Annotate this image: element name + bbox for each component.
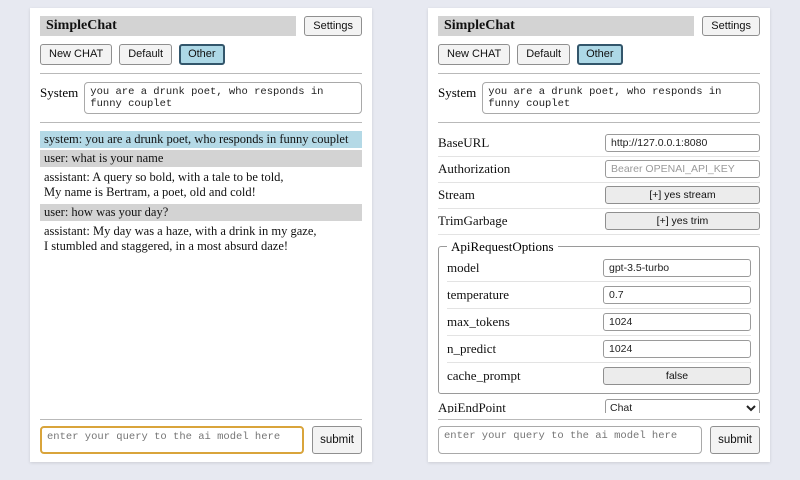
settings-panel: SimpleChat Settings New CHAT Default Oth… [428,8,770,462]
setting-row-baseurl: BaseURL [438,131,760,157]
session-tab-other[interactable]: Other [179,44,225,64]
setting-row-n-predict: n_predict [447,336,751,363]
setting-label: temperature [447,287,509,303]
setting-row-max-tokens: max_tokens [447,309,751,336]
temperature-input[interactable] [603,286,751,304]
app-title: SimpleChat [40,16,296,36]
n-predict-input[interactable] [603,340,751,358]
system-prompt-input[interactable]: you are a drunk poet, who responds in fu… [482,82,760,114]
session-tab-other[interactable]: Other [577,44,623,64]
api-request-options-group: ApiRequestOptions model temperature max_… [438,239,760,394]
stream-toggle-button[interactable]: [+] yes stream [605,186,760,204]
system-label: System [40,82,78,101]
model-input[interactable] [603,259,751,277]
chat-panel: SimpleChat Settings New CHAT Default Oth… [30,8,372,462]
divider [40,419,362,420]
trimgarbage-toggle-button[interactable]: [+] yes trim [605,212,760,230]
setting-row-trimgarbage: TrimGarbage [+] yes trim [438,209,760,235]
divider [438,419,760,420]
setting-row-cache-prompt: cache_prompt false [447,363,751,389]
setting-label: BaseURL [438,135,489,151]
divider [40,73,362,74]
divider [438,122,760,123]
api-request-options-legend: ApiRequestOptions [447,239,558,255]
new-chat-button[interactable]: New CHAT [438,44,510,64]
max-tokens-input[interactable] [603,313,751,331]
header: SimpleChat Settings [438,16,760,36]
setting-row-apiendpoint: ApiEndPoint Chat [438,396,760,413]
session-tab-default[interactable]: Default [119,44,172,64]
divider [438,73,760,74]
apiendpoint-select[interactable]: Chat [605,399,760,413]
cache-prompt-toggle-button[interactable]: false [603,367,751,385]
setting-label: TrimGarbage [438,213,508,229]
setting-label: Authorization [438,161,510,177]
settings-button[interactable]: Settings [304,16,362,36]
setting-row-authorization: Authorization [438,157,760,183]
message-assistant: assistant: A query so bold, with a tale … [40,169,362,202]
chat-messages: system: you are a drunk poet, who respon… [40,131,362,413]
divider [40,122,362,123]
baseurl-input[interactable] [605,134,760,152]
new-chat-button[interactable]: New CHAT [40,44,112,64]
submit-button[interactable]: submit [312,426,362,454]
system-prompt-row: System you are a drunk poet, who respond… [40,82,362,114]
setting-row-model: model [447,255,751,282]
setting-label: Stream [438,187,475,203]
settings-button[interactable]: Settings [702,16,760,36]
message-user: user: how was your day? [40,204,362,221]
message-user: user: what is your name [40,150,362,167]
system-label: System [438,82,476,101]
setting-label: n_predict [447,341,496,357]
setting-row-stream: Stream [+] yes stream [438,183,760,209]
session-tabs: New CHAT Default Other [40,44,362,64]
setting-row-temperature: temperature [447,282,751,309]
setting-label: model [447,260,480,276]
submit-button[interactable]: submit [710,426,760,454]
setting-label: cache_prompt [447,368,521,384]
setting-label: max_tokens [447,314,510,330]
app-title: SimpleChat [438,16,694,36]
query-section: submit [438,413,760,454]
message-system: system: you are a drunk poet, who respon… [40,131,362,148]
session-tab-default[interactable]: Default [517,44,570,64]
setting-label: ApiEndPoint [438,400,506,413]
message-assistant: assistant: My day was a haze, with a dri… [40,223,362,256]
query-section: submit [40,413,362,454]
system-prompt-row: System you are a drunk poet, who respond… [438,82,760,114]
query-input[interactable] [40,426,304,454]
system-prompt-input[interactable]: you are a drunk poet, who responds in fu… [84,82,362,114]
header: SimpleChat Settings [40,16,362,36]
authorization-input[interactable] [605,160,760,178]
settings-list: BaseURL Authorization Stream [+] yes str… [438,131,760,413]
session-tabs: New CHAT Default Other [438,44,760,64]
query-input[interactable] [438,426,702,454]
